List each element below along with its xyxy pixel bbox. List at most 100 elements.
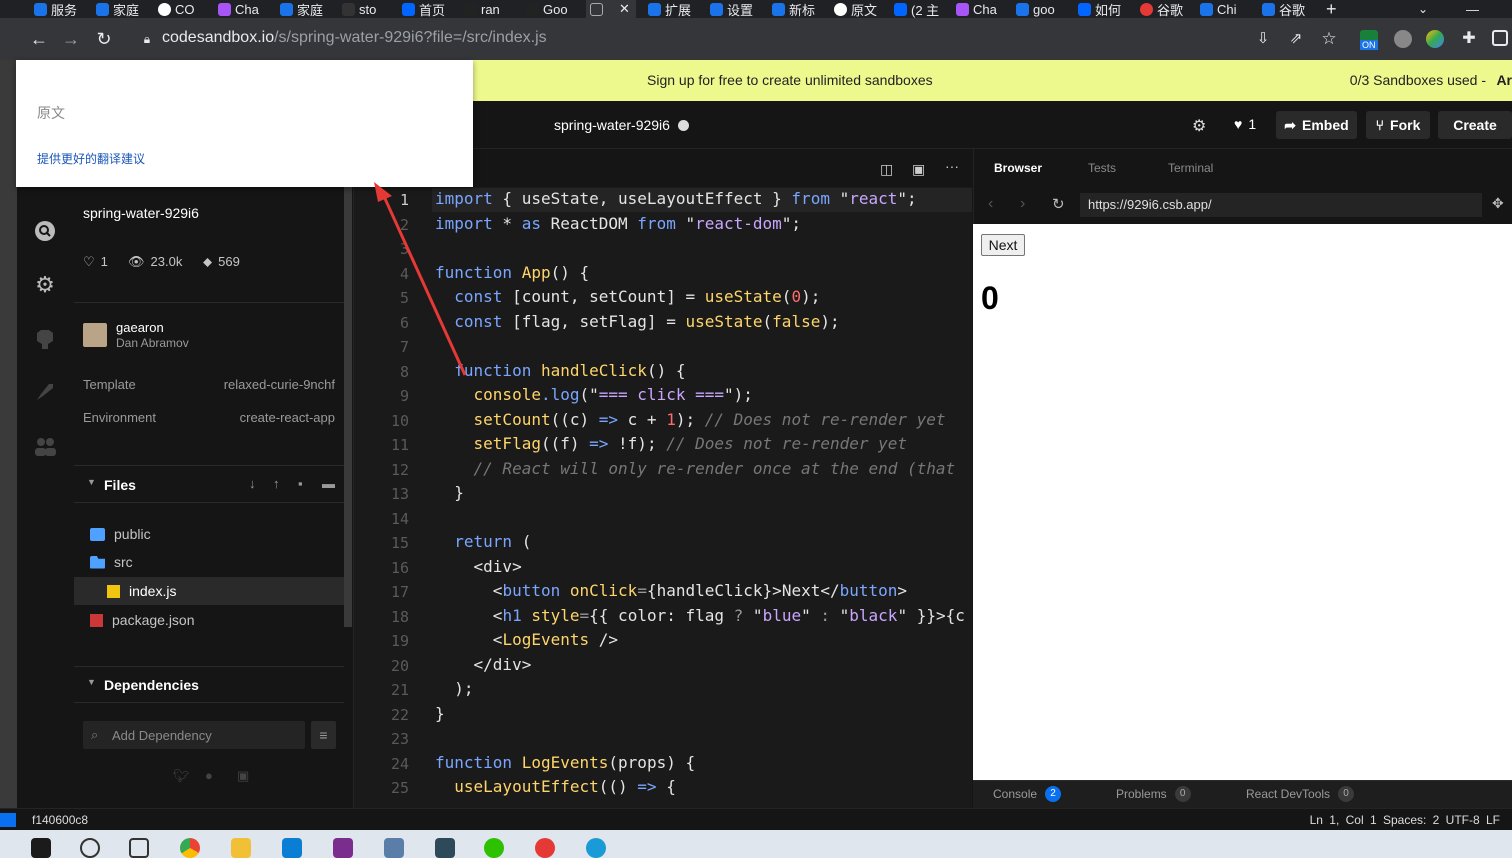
extension-icon[interactable] xyxy=(1394,30,1412,48)
netease-music-icon[interactable] xyxy=(535,838,555,858)
tab-problems[interactable]: Problems 0 xyxy=(1116,786,1191,802)
refresh-icon[interactable]: ↻ xyxy=(1052,195,1065,213)
avatar[interactable] xyxy=(83,323,107,347)
calculator-icon[interactable] xyxy=(384,838,404,858)
browser-tab[interactable]: Cha xyxy=(218,0,259,18)
browser-tab[interactable]: ran xyxy=(464,0,500,18)
sidebar-scrollbar[interactable] xyxy=(344,187,352,627)
rocket-icon[interactable] xyxy=(33,380,57,404)
reload-icon[interactable]: ↻ xyxy=(93,28,115,50)
more-icon[interactable]: ··· xyxy=(945,158,959,174)
puzzle-icon[interactable]: ✚ xyxy=(1458,28,1480,50)
split-view-icon[interactable]: ◫ xyxy=(880,161,893,178)
suggest-translation-link[interactable]: 提供更好的翻译建议 xyxy=(37,150,145,167)
info-icon[interactable] xyxy=(33,219,57,243)
browser-tab[interactable]: 谷歌 xyxy=(1140,0,1183,18)
app-icon[interactable] xyxy=(435,838,455,858)
chrome-icon[interactable] xyxy=(180,838,200,858)
settings-icon[interactable]: ⚙ xyxy=(1192,116,1206,136)
browser-tab[interactable]: Cha xyxy=(956,0,997,18)
file-tree-item[interactable]: src xyxy=(74,548,344,576)
back-icon[interactable]: ‹ xyxy=(988,195,993,213)
file-tree-item[interactable]: package.json xyxy=(74,606,344,634)
browser-tab[interactable]: 新标 xyxy=(772,0,815,18)
wechat-icon[interactable] xyxy=(484,838,504,858)
signup-banner[interactable]: Sign up for free to create unlimited san… xyxy=(472,60,1512,101)
lock-icon[interactable]: 🔒︎ xyxy=(136,28,158,50)
browser-tab[interactable]: CO xyxy=(158,0,195,18)
back-icon[interactable]: ← xyxy=(28,28,50,50)
browser-tab[interactable]: sto xyxy=(342,0,376,18)
file-tree-item[interactable]: public xyxy=(74,520,344,548)
browser-tab[interactable]: (2 主 xyxy=(894,0,939,18)
new-folder-icon[interactable]: ▬ xyxy=(322,476,335,491)
sandbox-title[interactable]: spring-water-929i6 xyxy=(554,117,689,133)
add-dependency-input[interactable]: ⌕ Add Dependency xyxy=(83,721,305,749)
dependencies-section-title[interactable]: Dependencies xyxy=(104,677,199,693)
tab-react-devtools[interactable]: React DevTools 0 xyxy=(1246,786,1355,802)
menu-icon[interactable]: ≡ xyxy=(311,721,336,749)
template-value[interactable]: relaxed-curie-9nchf xyxy=(224,377,335,392)
cursor-position[interactable]: Ln 1, Col 1 Spaces: 2 UTF-8 LF xyxy=(1310,813,1500,827)
like-button[interactable]: ♥ 1 xyxy=(1234,116,1256,132)
browser-tab[interactable]: 扩展 xyxy=(648,0,691,18)
browser-tab[interactable]: 设置 xyxy=(710,0,753,18)
download-icon[interactable]: ↓ xyxy=(249,476,256,491)
winrar-icon[interactable] xyxy=(333,838,353,858)
browser-tab[interactable]: 家庭 xyxy=(280,0,323,18)
sidepanel-icon[interactable] xyxy=(1492,30,1508,46)
forward-icon[interactable]: → xyxy=(60,28,82,50)
browser-tab[interactable]: Goo xyxy=(526,0,568,18)
embed-button[interactable]: ➦ Embed xyxy=(1276,111,1357,139)
install-icon[interactable]: ⇩ xyxy=(1252,28,1274,50)
browser-tab[interactable]: 谷歌 xyxy=(1262,0,1305,18)
github-icon[interactable] xyxy=(33,327,57,351)
extension-icon[interactable] xyxy=(1426,30,1444,48)
upload-icon[interactable]: ↑ xyxy=(273,476,280,491)
windows-start-icon[interactable] xyxy=(31,838,51,858)
tab-terminal[interactable]: Terminal xyxy=(1168,161,1213,175)
code-editor[interactable]: 1 2 3 4 5 6 7 8 9 10 11 12 13 14 15 16 1… xyxy=(354,187,972,808)
close-icon[interactable]: ✕ xyxy=(619,1,630,17)
preview-url-input[interactable]: https://929i6.csb.app/ xyxy=(1080,193,1482,217)
open-external-icon[interactable]: ✥ xyxy=(1492,195,1504,212)
create-button[interactable]: Create xyxy=(1438,111,1512,139)
browser-tab[interactable]: 首页 xyxy=(402,0,445,18)
extension-icon[interactable]: ON xyxy=(1360,30,1378,50)
new-file-icon[interactable]: ▪ xyxy=(298,476,303,491)
chat-app-icon[interactable] xyxy=(586,838,606,858)
chevron-down-icon[interactable]: ▼ xyxy=(87,677,96,687)
search-icon[interactable] xyxy=(80,838,100,858)
tab-browser[interactable]: Browser xyxy=(994,161,1042,175)
author-username[interactable]: gaearon xyxy=(116,320,164,335)
browser-tab-active[interactable]: ✕ xyxy=(586,0,636,18)
files-section-title[interactable]: Files xyxy=(104,477,136,493)
browser-tab[interactable]: 如何 xyxy=(1078,0,1121,18)
browser-tab[interactable]: 家庭 xyxy=(96,0,139,18)
chevron-down-icon[interactable]: ▼ xyxy=(87,477,96,487)
url-field[interactable]: codesandbox.io/s/spring-water-929i6?file… xyxy=(162,29,547,47)
task-view-icon[interactable] xyxy=(129,838,149,858)
browser-tab[interactable]: goo xyxy=(1016,0,1055,18)
browser-tab[interactable]: 原文 xyxy=(834,0,877,18)
fork-button[interactable]: ⑂ Fork xyxy=(1366,111,1430,139)
tab-tests[interactable]: Tests xyxy=(1088,161,1116,175)
forward-icon[interactable]: › xyxy=(1020,195,1025,213)
tab-search-icon[interactable]: ⌄ xyxy=(1418,0,1428,18)
bookmark-star-icon[interactable]: ☆ xyxy=(1318,28,1340,50)
browser-tab[interactable]: 服务 xyxy=(34,0,77,18)
minimize-icon[interactable]: — xyxy=(1466,0,1479,18)
discord-icon[interactable]: ▣ xyxy=(237,768,249,784)
new-tab-icon[interactable]: + xyxy=(1326,0,1337,18)
file-tree-item-active[interactable]: index.js xyxy=(74,577,344,605)
next-button[interactable]: Next xyxy=(981,234,1025,256)
share-icon[interactable]: ⇗ xyxy=(1285,28,1307,50)
file-explorer-icon[interactable] xyxy=(231,838,251,858)
twitter-icon[interactable]: 🐦︎ xyxy=(173,768,190,784)
preview-icon[interactable]: ▣ xyxy=(912,161,925,178)
users-icon[interactable] xyxy=(33,434,57,458)
vscode-icon[interactable] xyxy=(282,838,302,858)
github-icon[interactable]: ● xyxy=(205,768,213,783)
settings-icon[interactable]: ⚙ xyxy=(33,273,57,297)
browser-tab[interactable]: Chi xyxy=(1200,0,1237,18)
